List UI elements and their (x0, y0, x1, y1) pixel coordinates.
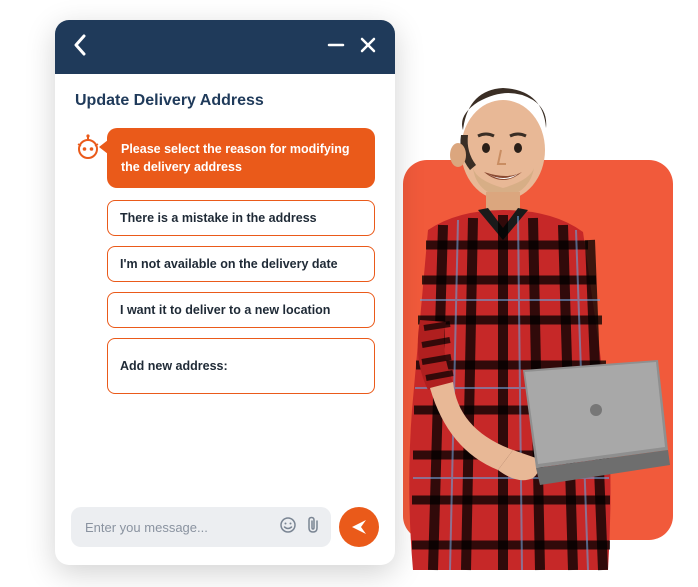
message-input-container (71, 507, 331, 547)
option-not-available[interactable]: I'm not available on the delivery date (107, 246, 375, 282)
close-button[interactable] (359, 36, 377, 59)
paperclip-icon (305, 516, 321, 534)
minimize-button[interactable] (327, 36, 345, 59)
person-with-laptop-image (358, 70, 678, 580)
bot-message-bubble: Please select the reason for modifying t… (107, 128, 375, 188)
bot-message-row: Please select the reason for modifying t… (75, 128, 375, 188)
option-add-new-address[interactable]: Add new address: (107, 338, 375, 394)
chat-header (55, 20, 395, 74)
option-new-location[interactable]: I want it to deliver to a new location (107, 292, 375, 328)
bot-avatar-icon (75, 134, 101, 160)
message-input[interactable] (85, 520, 279, 535)
message-input-row (55, 493, 395, 565)
back-button[interactable] (73, 34, 87, 61)
attachment-button[interactable] (305, 516, 321, 539)
emoji-icon (279, 516, 297, 534)
page-title: Update Delivery Address (75, 92, 375, 110)
emoji-button[interactable] (279, 516, 297, 539)
close-icon (359, 36, 377, 54)
chat-body: Update Delivery Address Please select th… (55, 74, 395, 493)
option-mistake-address[interactable]: There is a mistake in the address (107, 200, 375, 236)
option-list: There is a mistake in the address I'm no… (107, 200, 375, 394)
chat-window: Update Delivery Address Please select th… (55, 20, 395, 565)
chevron-left-icon (73, 34, 87, 56)
minimize-icon (327, 36, 345, 54)
